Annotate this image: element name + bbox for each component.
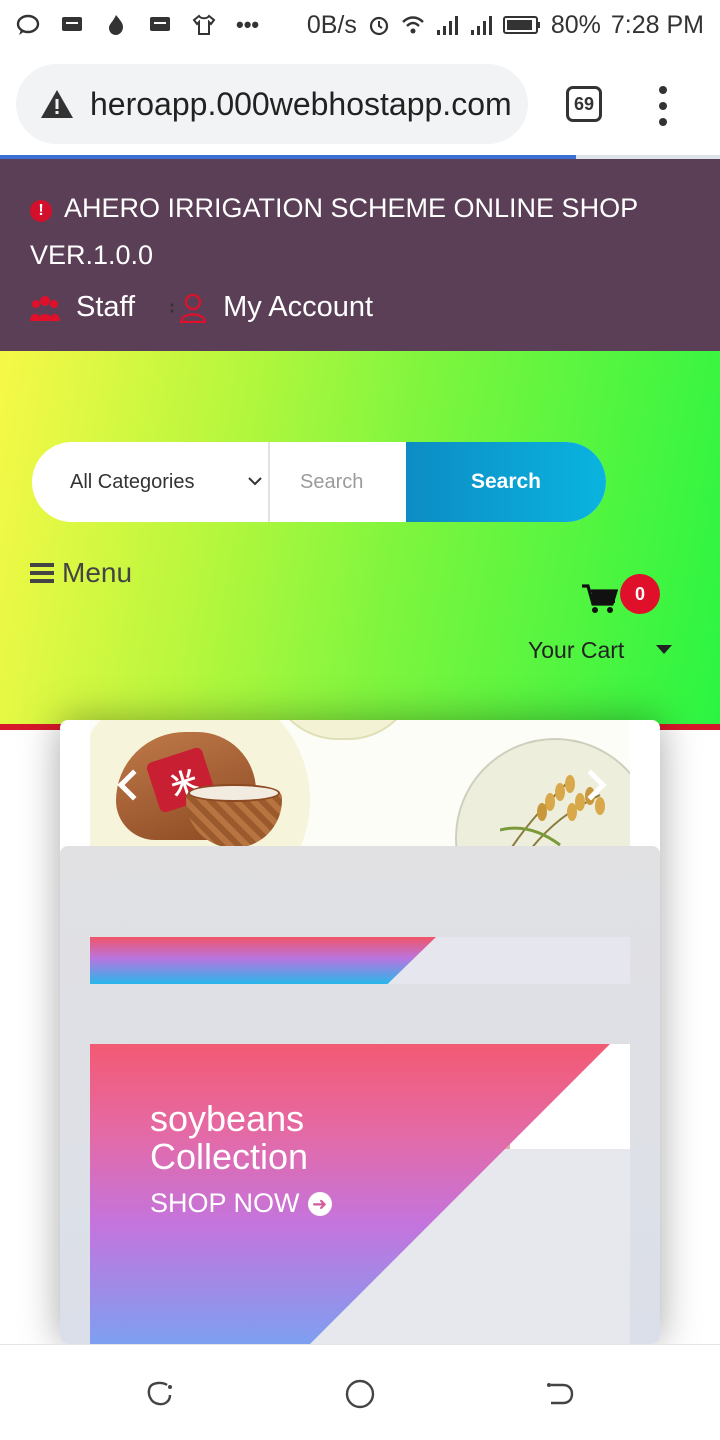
system-status: 0B/s 80% 7:28 PM xyxy=(307,11,704,40)
my-account-label: My Account xyxy=(223,291,374,323)
signal-icon xyxy=(436,16,458,35)
promo-title-line2: Collection xyxy=(150,1136,309,1177)
hamburger-icon xyxy=(30,563,54,583)
address-bar[interactable]: heroapp.000webhostapp.com xyxy=(16,64,528,144)
category-select[interactable]: All Categories xyxy=(32,442,270,522)
cart-label: Your Cart xyxy=(528,637,625,663)
decorative-banner xyxy=(90,937,630,984)
header-links: Staff My Account xyxy=(30,291,690,324)
site-title-line1: AHERO IRRIGATION SCHEME ONLINE SHOP xyxy=(64,193,639,223)
signal-icon-2 xyxy=(470,16,492,35)
search-button[interactable]: Search xyxy=(406,442,606,522)
cart-dropdown[interactable]: 0 Your Cart xyxy=(528,561,688,663)
shopping-cart-icon xyxy=(582,584,618,613)
image-carousel[interactable]: 米 xyxy=(90,720,630,848)
clock: 7:28 PM xyxy=(610,10,704,39)
promo-text: soybeans Collection SHOP NOW ➜ xyxy=(150,1100,332,1219)
staff-link[interactable]: Staff xyxy=(30,291,135,324)
staff-label: Staff xyxy=(76,291,136,323)
url-text[interactable]: heroapp.000webhostapp.com xyxy=(90,86,512,123)
info-icon: ! xyxy=(30,200,52,222)
my-account-link[interactable]: My Account xyxy=(169,291,373,324)
back-icon[interactable] xyxy=(545,1379,575,1409)
user-icon xyxy=(170,293,207,323)
chat-icon xyxy=(16,14,40,35)
menu-toggle[interactable]: Menu xyxy=(30,557,132,589)
tab-switcher-button[interactable]: 69 xyxy=(566,86,602,122)
alarm-icon xyxy=(369,16,388,36)
flame-icon xyxy=(109,15,123,35)
search-form: All Categories Search Search xyxy=(32,442,606,522)
warning-icon[interactable] xyxy=(40,89,74,119)
status-bar: ••• 0B/s 80% 7:28 PM xyxy=(0,0,720,50)
net-speed: 0B/s xyxy=(306,10,357,39)
arrow-right-circle-icon: ➜ xyxy=(307,1191,332,1216)
notification-icons: ••• xyxy=(16,12,259,38)
category-selected: All Categories xyxy=(70,470,195,493)
shirt-icon xyxy=(192,14,216,35)
wifi-icon xyxy=(401,16,424,34)
chevron-down-icon xyxy=(248,477,262,486)
rice-bowl-top xyxy=(188,784,280,802)
cart-count-badge: 0 xyxy=(620,574,660,614)
search-input[interactable]: Search xyxy=(270,442,406,522)
hero-section: All Categories Search Search Menu 0 Your… xyxy=(0,351,720,724)
promo-banner[interactable]: soybeans Collection SHOP NOW ➜ xyxy=(90,1044,630,1344)
site-header: ! AHERO IRRIGATION SCHEME ONLINE SHOP VER… xyxy=(0,159,720,351)
promo-title-line1: soybeans xyxy=(150,1098,305,1139)
recent-apps-icon[interactable] xyxy=(145,1379,175,1409)
site-title: ! AHERO IRRIGATION SCHEME ONLINE SHOP xyxy=(30,185,690,232)
message-icon xyxy=(62,17,82,31)
browser-toolbar: heroapp.000webhostapp.com 69 xyxy=(0,50,720,158)
shop-now-label: SHOP NOW xyxy=(150,1188,300,1218)
home-icon[interactable] xyxy=(345,1379,375,1409)
caret-down-icon xyxy=(656,645,672,654)
battery-level: 80% xyxy=(550,10,601,39)
message-icon-2 xyxy=(150,17,170,31)
site-version: VER.1.0.0 xyxy=(30,240,154,270)
users-icon xyxy=(30,295,60,321)
featured-card: 米 soybeans Collection SHOP NOW ➜ xyxy=(60,720,660,1344)
shop-now-link[interactable]: SHOP NOW ➜ xyxy=(150,1188,332,1219)
collection-panel: soybeans Collection SHOP NOW ➜ xyxy=(60,846,660,1344)
browser-menu-icon[interactable] xyxy=(656,86,670,126)
battery-icon xyxy=(502,16,540,34)
more-notifications-icon: ••• xyxy=(236,12,260,37)
menu-label: Menu xyxy=(62,557,133,588)
system-navigation-bar xyxy=(0,1344,720,1440)
